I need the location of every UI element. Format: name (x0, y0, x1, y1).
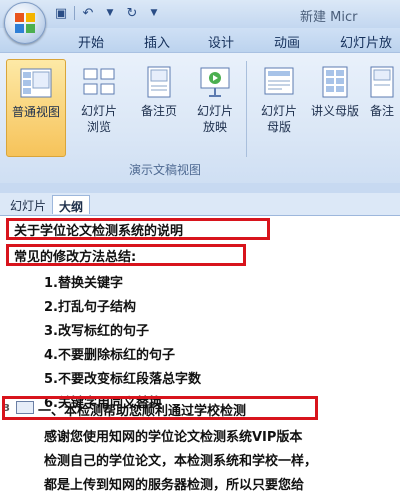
notes-master-button[interactable]: 备注 (364, 59, 400, 155)
tab-outline[interactable]: 大纲 (52, 195, 91, 214)
outline-list-item[interactable]: 1.替换关键字 (44, 272, 123, 294)
outline-body-line[interactable]: 感谢您使用知网的学位论文检测系统VIP版本 (44, 426, 302, 448)
tab-slide-show[interactable]: 幻灯片放 (340, 32, 392, 51)
tab-animations[interactable]: 动画 (274, 32, 300, 51)
save-icon[interactable]: ▣ (52, 4, 70, 22)
outline-list-item[interactable]: 2.打乱句子结构 (44, 296, 136, 318)
presentation-views-group-label: 演示文稿视图 (128, 163, 201, 177)
normal-view-label: 普通视图 (11, 105, 60, 119)
red-highlight-box (6, 218, 270, 240)
outline-list-item[interactable]: 4.不要删除标红的句子 (44, 344, 175, 366)
tab-insert[interactable]: 插入 (144, 32, 170, 51)
undo-icon[interactable]: ↶ (79, 4, 97, 22)
notes-master-label: 备注 (369, 104, 394, 118)
outline-list-item[interactable]: 3.改写标红的句子 (44, 320, 149, 342)
redo-icon[interactable]: ↻ (123, 4, 141, 22)
slide-master-icon (262, 65, 296, 99)
pane-header-strip (0, 183, 400, 193)
outline-pane[interactable]: 关于学位论文检测系统的说明 常见的修改方法总结: 1.替换关键字 2.打乱句子结… (0, 216, 400, 493)
slide-master-label-2: 母版 (266, 120, 291, 134)
outline-pane-tabs: 幻灯片 大纲 (0, 193, 400, 216)
red-highlight-box (2, 396, 318, 420)
tab-home[interactable]: 开始 (78, 32, 104, 51)
quick-access-toolbar: ▣ ↶ ▼ ↻ ▼ (52, 3, 163, 23)
notes-page-icon (142, 65, 176, 99)
red-highlight-box (6, 244, 246, 266)
toolbar-divider (74, 6, 75, 20)
slide-show-icon (198, 65, 232, 99)
outline-list-item[interactable]: 5.不要改变标红段落总字数 (44, 368, 201, 390)
slide-show-label-2: 放映 (202, 120, 227, 134)
office-logo-icon (15, 13, 35, 33)
tab-design[interactable]: 设计 (208, 32, 234, 51)
handout-master-button[interactable]: 讲义母版 (306, 59, 364, 155)
window-title: 新建 Micr (300, 10, 358, 25)
tab-slides[interactable]: 幻灯片 (4, 195, 52, 214)
handout-master-icon (318, 65, 352, 99)
normal-view-icon (19, 66, 53, 100)
customize-toolbar-icon[interactable]: ▼ (145, 4, 163, 22)
normal-view-button[interactable]: 普通视图 (6, 59, 66, 157)
slide-master-label-1: 幻灯片 (260, 104, 297, 118)
slide-master-button[interactable]: 幻灯片 母版 (250, 59, 308, 155)
outline-body-line[interactable]: 检测自己的学位论文，本检测系统和学校一样， (44, 450, 317, 472)
slide-sorter-icon (82, 65, 116, 99)
slide-sorter-button[interactable]: 幻灯片 浏览 (70, 59, 128, 155)
slide-sorter-label-2: 浏览 (86, 120, 111, 134)
slide-show-button[interactable]: 幻灯片 放映 (186, 59, 244, 155)
outline-body-line[interactable]: 都是上传到知网的服务器检测，所以只要您给 (44, 474, 304, 496)
ribbon-group-divider (246, 61, 247, 157)
notes-page-button[interactable]: 备注页 (130, 59, 188, 155)
office-button[interactable] (4, 2, 46, 44)
ribbon-panel: 普通视图 幻灯片 浏览 备注页 幻灯片 放映 幻灯片 母版 讲义母版 备注 演示… (0, 52, 400, 184)
notes-page-label: 备注页 (140, 104, 177, 118)
title-bar: ▣ ↶ ▼ ↻ ▼ 新建 Micr (0, 0, 400, 28)
notes-master-icon (365, 65, 399, 99)
slide-show-label-1: 幻灯片 (196, 104, 233, 118)
ribbon-tabs: 开始 插入 设计 动画 幻灯片放 (0, 28, 400, 52)
dropdown-arrow-icon[interactable]: ▼ (101, 4, 119, 22)
handout-master-label: 讲义母版 (310, 104, 359, 118)
slide-sorter-label-1: 幻灯片 (80, 104, 117, 118)
